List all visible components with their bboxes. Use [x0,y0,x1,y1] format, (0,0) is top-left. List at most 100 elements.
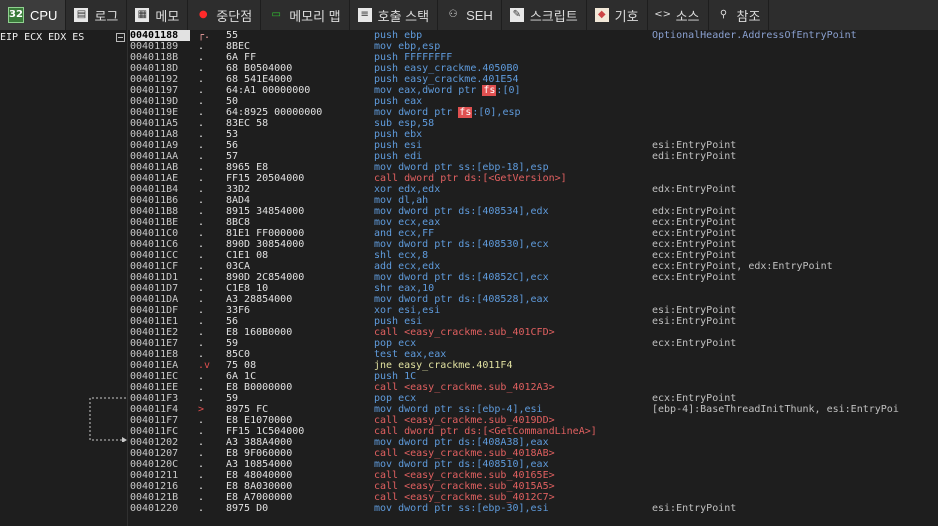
flow-marker: . [198,393,205,404]
collapse-toggle[interactable] [116,33,125,42]
instruction-cell: push easy_crackme.401E54 [374,74,519,85]
disasm-row[interactable]: 0040119D. 50 push eax [128,96,938,107]
segment-register-highlight: fs [482,85,497,96]
disasm-row[interactable]: 004011A5. 83EC 58 sub esp,58 [128,118,938,129]
address-cell: 004011E8 [130,349,179,360]
disasm-row[interactable]: 00401202. A3 388A4000 mov dword ptr ds:[40… [128,437,938,448]
tab-7[interactable]: ✎ 스크립트 [501,0,587,30]
tab-9[interactable]: <> 소스 [647,0,709,30]
tab-6[interactable]: ⚇ SEH [438,0,502,30]
instruction-cell: push esi [374,140,423,151]
bytes-cell: E8 160B0000 [226,327,293,338]
tab-1[interactable]: ▤ 로그 [66,0,128,30]
disasm-row[interactable]: 004011E7. 59 pop ecx ecx:EntryPoint [128,338,938,349]
disasm-row[interactable]: 004011CC. C1E1 08 shl ecx,8 ecx:EntryPoint [128,250,938,261]
disasm-row[interactable]: 0040118D. 68 B0504000 push easy_crackme.40… [128,63,938,74]
disasm-row[interactable]: 00401197. 64:A1 00000000 mov eax,dword ptr… [128,85,938,96]
tab-0[interactable]: 32 CPU [0,0,67,30]
flow-marker: . [198,184,205,195]
address-cell: 0040121B [130,492,179,503]
disasm-row[interactable]: 004011F7. E8 E1070000 call <easy_crackme.s… [128,415,938,426]
address-cell: 004011EE [130,382,179,393]
tab-4[interactable]: ▭ 메모리 맵 [261,0,350,30]
address-cell: 00401216 [130,481,179,492]
flow-marker: ┌. [198,30,210,41]
bytes-cell: E8 9F060000 [226,448,293,459]
disasm-row[interactable]: 004011DA. A3 28854000 mov dword ptr ds:[40… [128,294,938,305]
address-cell: 004011F4 [130,404,179,415]
breakpoint-icon: ● [198,9,208,20]
tab-8[interactable]: ◆ 기호 [586,0,648,30]
disasm-row[interactable]: 004011EC. 6A 1C push 1C [128,371,938,382]
disasm-row[interactable]: 00401220. 8975 D0 mov dword ptr ss:[ebp-30… [128,503,938,514]
tab-label: CPU [30,7,58,23]
disasm-row[interactable]: 004011AA. 57 push edi edi:EntryPoint [128,151,938,162]
disasm-row[interactable]: 00401211. E8 48040000 call <easy_crackme.s… [128,470,938,481]
disasm-row[interactable]: 0040121B. E8 A7000000 call <easy_crackme.s… [128,492,938,503]
disasm-row[interactable]: 004011FC. FF15 1C504000 call dword ptr ds:… [128,426,938,437]
eip-register-label[interactable]: EIP ECX EDX ES [0,32,84,43]
disasm-row[interactable]: 00401192. 68 541E4000 push easy_crackme.40… [128,74,938,85]
instruction-cell: push edi [374,151,423,162]
disasm-row[interactable]: 0040119E. 64:8925 00000000 mov dword ptr f… [128,107,938,118]
flow-marker: . [198,382,205,393]
bytes-cell: 68 541E4000 [226,74,293,85]
disasm-row[interactable]: 00401216. E8 8A030000 call <easy_crackme.s… [128,481,938,492]
tab-2[interactable]: ▦ 메모 [127,0,189,30]
disasm-row[interactable]: 004011CF. 03CA add ecx,edx ecx:EntryPoint, … [128,261,938,272]
tab-3[interactable]: ● 중단점 [188,0,262,30]
bytes-cell: 59 [226,338,239,349]
instruction-cell: push FFFFFFFF [374,52,453,63]
disasm-row[interactable]: 004011B4. 33D2 xor edx,edx edx:EntryPoint [128,184,938,195]
flow-marker: . [198,206,205,217]
flow-marker: . [198,129,205,140]
instruction-cell: push 1C [374,371,417,382]
address-cell: 004011E7 [130,338,179,349]
disasm-row[interactable]: 004011F3. 59 pop ecx ecx:EntryPoint [128,393,938,404]
disasm-row[interactable]: 004011EA .v 75 08 jne easy_crackme.4011F4 [128,360,938,371]
disasm-row[interactable]: 004011E2. E8 160B0000 call <easy_crackme.s… [128,327,938,338]
disasm-row[interactable]: 0040120C. A3 10854000 mov dword ptr ds:[40… [128,459,938,470]
instruction-cell: and ecx,FF [374,228,435,239]
disasm-row[interactable]: 004011A9. 56 push esi esi:EntryPoint [128,140,938,151]
tab-10[interactable]: ⚲ 참조 [708,0,770,30]
segment-register-highlight: fs [458,107,473,118]
address-cell: 004011FC [130,426,179,437]
disasm-row[interactable]: 004011AB. 8965 E8 mov dword ptr ss:[ebp-18… [128,162,938,173]
disasm-row[interactable]: 004011A8. 53 push ebx [128,129,938,140]
disasm-row[interactable]: 004011F4 >8975 FC mov dword ptr ss:[ebp-4]… [128,404,938,415]
disassembly-view[interactable]: 00401188 ┌. 55 push ebp OptionalHeader.Addre… [128,30,938,526]
bytes-cell: 33D2 [226,184,251,195]
disasm-row[interactable]: 004011BE. 8BC8 mov ecx,eax ecx:EntryPoint [128,217,938,228]
disasm-row[interactable]: 004011E1. 56 push esi esi:EntryPoint [128,316,938,327]
disasm-row[interactable]: 004011C6. 890D 30854000 mov dword ptr ds:[… [128,239,938,250]
disasm-row[interactable]: 004011D7. C1E8 10 shr eax,10 [128,283,938,294]
address-cell: 0040118D [130,63,179,74]
disasm-row[interactable]: 004011EE. E8 B0000000 call <easy_crackme.s… [128,382,938,393]
address-cell: 004011B8 [130,206,179,217]
disasm-row[interactable]: 00401188 ┌. 55 push ebp OptionalHeader.Addre… [128,30,938,41]
disasm-row[interactable]: 004011AE. FF15 20504000 call dword ptr ds:… [128,173,938,184]
address-cell: 004011AE [130,173,179,184]
disasm-row[interactable]: 004011DF. 33F6 xor esi,esi esi:EntryPoint [128,305,938,316]
instruction-cell: call <easy_crackme.sub_4019DD> [374,415,555,426]
instruction-cell: shr eax,10 [374,283,435,294]
bytes-cell: 85C0 [226,349,251,360]
disasm-row[interactable]: 00401207. E8 9F060000 call <easy_crackme.s… [128,448,938,459]
disasm-row[interactable]: 004011D1. 890D 2C854000 mov dword ptr ds:[… [128,272,938,283]
disasm-row[interactable]: 004011C0. 81E1 FF000000 and ecx,FF ecx:Entr… [128,228,938,239]
disasm-row[interactable]: 004011B6. 8AD4 mov dl,ah [128,195,938,206]
disasm-row[interactable]: 0040118B. 6A FF push FFFFFFFF [128,52,938,63]
disasm-row[interactable]: 004011E8. 85C0 test eax,eax [128,349,938,360]
bytes-cell: 8975 D0 [226,503,269,514]
disasm-row[interactable]: 00401189. 8BEC mov ebp,esp [128,41,938,52]
disasm-row[interactable]: 004011B8. 8915 34854000 mov dword ptr ds:[… [128,206,938,217]
flow-marker: . [198,195,205,206]
bytes-cell: FF15 20504000 [226,173,305,184]
tab-label: 메모리 맵 [289,8,341,24]
flow-marker: . [198,96,205,107]
bytes-cell: 8BC8 [226,217,251,228]
tab-5[interactable]: ≡ 호출 스택 [349,0,439,30]
address-cell: 004011BE [130,217,179,228]
notes-icon: ▦ [135,8,150,22]
